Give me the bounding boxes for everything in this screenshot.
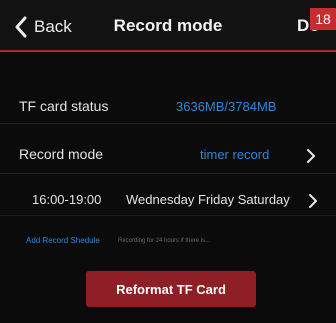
tf-card-status-row: TF card status 3636MB/3784MB bbox=[0, 88, 336, 124]
record-mode-row[interactable]: Record mode timer record bbox=[0, 136, 336, 174]
page-number-badge: 18 bbox=[310, 8, 336, 30]
chevron-right-icon bbox=[307, 149, 315, 163]
recording-hint: Recording for 24 hours if there is... bbox=[118, 238, 211, 244]
schedule-days: Wednesday Friday Saturday bbox=[126, 192, 290, 207]
record-mode-label: Record mode bbox=[19, 146, 104, 162]
reformat-tf-card-button[interactable]: Reformat TF Card bbox=[86, 271, 256, 307]
schedule-time: 16:00-19:00 bbox=[32, 192, 102, 207]
record-mode-value: timer record bbox=[200, 147, 270, 162]
page-title: Record mode bbox=[113, 16, 223, 35]
add-record-schedule-link[interactable]: Add Record Shedule bbox=[26, 236, 100, 245]
tf-card-status-label: TF card status bbox=[19, 98, 109, 114]
schedule-row[interactable]: 16:00-19:00 Wednesday Friday Saturday bbox=[0, 184, 336, 216]
nav-bar: Back Record mode Do 18 bbox=[0, 0, 336, 52]
chevron-right-icon bbox=[309, 194, 317, 208]
tf-card-status-value: 3636MB/3784MB bbox=[176, 99, 277, 114]
settings-list: TF card status 3636MB/3784MB Record mode… bbox=[0, 52, 336, 323]
